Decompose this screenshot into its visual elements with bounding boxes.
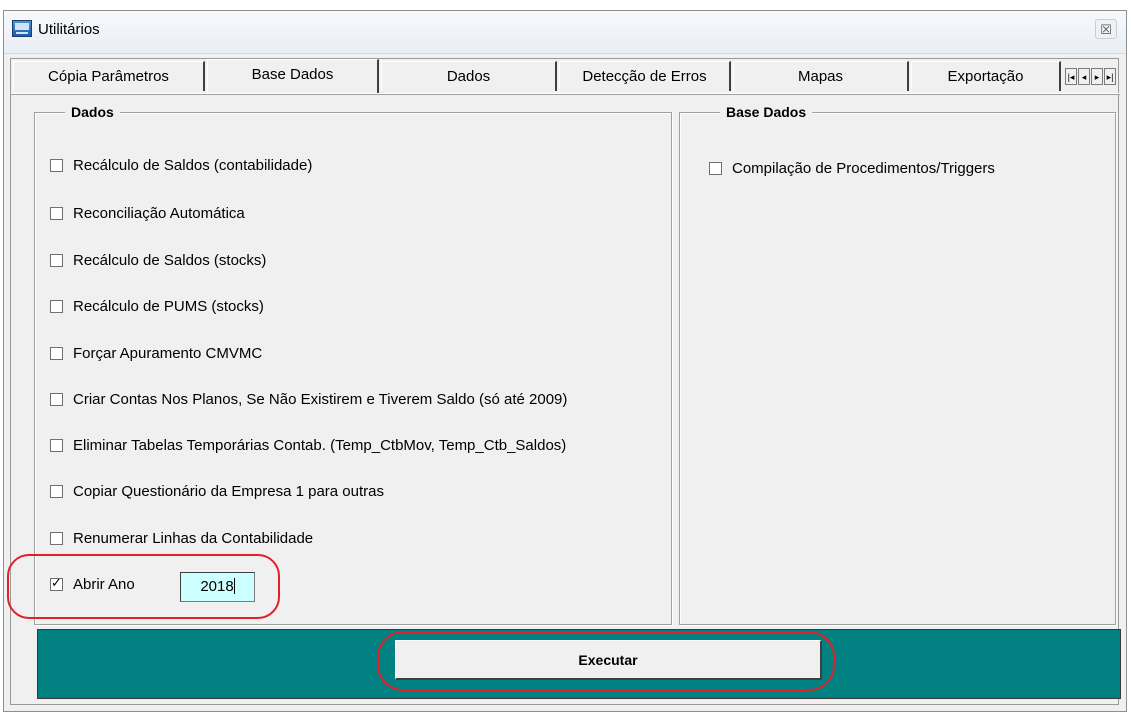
checkbox[interactable] — [50, 254, 63, 267]
tab-scroll-controls: |◂ ◂ ▸ ▸| — [1064, 68, 1116, 86]
tab-dados[interactable]: Dados — [381, 61, 557, 91]
option-compilacao-procedimentos[interactable]: Compilação de Procedimentos/Triggers — [709, 160, 995, 177]
checkbox[interactable] — [50, 347, 63, 360]
option-label: Forçar Apuramento CMVMC — [73, 345, 263, 362]
close-button[interactable]: ☒ — [1095, 19, 1117, 39]
base-dados-group-title: Base Dados — [720, 104, 813, 120]
text-caret — [233, 578, 235, 594]
option-label: Recálculo de Saldos (contabilidade) — [73, 157, 313, 174]
option-forcar-apuramento-cmvmc[interactable]: Forçar Apuramento CMVMC — [50, 345, 262, 362]
tab-prev-icon[interactable]: ◂ — [1078, 68, 1090, 85]
dados-group-title: Dados — [65, 104, 120, 120]
option-recalculo-pums-stocks[interactable]: Recálculo de PUMS (stocks) — [50, 298, 264, 315]
checkbox[interactable] — [50, 485, 63, 498]
option-reconciliacao-automatica[interactable]: Reconciliação Automática — [50, 205, 245, 222]
option-label: Reconciliação Automática — [73, 205, 245, 222]
client-area: Cópia Parâmetros Base Dados Dados Detecç… — [10, 58, 1120, 705]
option-label: Abrir Ano — [73, 576, 135, 593]
option-label: Recálculo de Saldos (stocks) — [73, 252, 267, 269]
option-label: Copiar Questionário da Empresa 1 para ou… — [73, 483, 385, 500]
tab-strip: Cópia Parâmetros Base Dados Dados Detecç… — [11, 59, 1120, 101]
year-value: 2018 — [200, 578, 234, 595]
app-icon — [12, 20, 32, 37]
tab-last-icon[interactable]: ▸| — [1104, 68, 1116, 85]
option-copiar-questionario[interactable]: Copiar Questionário da Empresa 1 para ou… — [50, 483, 384, 500]
checkbox[interactable] — [50, 159, 63, 172]
option-renumerar-linhas[interactable]: Renumerar Linhas da Contabilidade — [50, 530, 313, 547]
tab-deteccao-erros[interactable]: Detecção de Erros — [559, 61, 731, 91]
tab-next-icon[interactable]: ▸ — [1091, 68, 1103, 85]
tab-panel-border — [11, 93, 1120, 95]
tab-exportacao[interactable]: Exportação — [911, 61, 1061, 91]
execute-button[interactable]: Executar — [395, 640, 822, 680]
base-dados-groupbox: Base Dados — [679, 104, 1116, 625]
checkbox[interactable] — [50, 393, 63, 406]
option-recalculo-saldos-contabilidade[interactable]: Recálculo de Saldos (contabilidade) — [50, 157, 312, 174]
checkbox[interactable] — [709, 162, 722, 175]
tab-first-icon[interactable]: |◂ — [1065, 68, 1077, 85]
action-bar: Executar — [37, 629, 1121, 699]
tab-copia-parametros[interactable]: Cópia Parâmetros — [13, 61, 205, 91]
tab-mapas[interactable]: Mapas — [733, 61, 909, 91]
year-input[interactable]: 2018 — [180, 572, 255, 602]
option-label: Criar Contas Nos Planos, Se Não Existire… — [73, 391, 568, 408]
option-criar-contas-planos[interactable]: Criar Contas Nos Planos, Se Não Existire… — [50, 391, 567, 408]
title-bar: Utilitários ☒ — [4, 11, 1126, 54]
utilitarios-window: Utilitários ☒ Cópia Parâmetros Base Dado… — [3, 10, 1127, 712]
tab-base-dados[interactable]: Base Dados — [207, 59, 379, 93]
option-label: Compilação de Procedimentos/Triggers — [732, 160, 995, 177]
checkbox[interactable] — [50, 532, 63, 545]
window-title: Utilitários — [38, 21, 100, 38]
checkbox[interactable] — [50, 207, 63, 220]
dados-groupbox: Dados — [34, 104, 672, 625]
option-eliminar-tabelas-temporarias[interactable]: Eliminar Tabelas Temporárias Contab. (Te… — [50, 437, 566, 454]
option-label: Recálculo de PUMS (stocks) — [73, 298, 264, 315]
option-abrir-ano[interactable]: Abrir Ano — [50, 575, 135, 593]
checkbox-checked[interactable] — [50, 575, 63, 591]
checkbox[interactable] — [50, 439, 63, 452]
option-label: Renumerar Linhas da Contabilidade — [73, 530, 314, 547]
checkbox[interactable] — [50, 300, 63, 313]
option-recalculo-saldos-stocks[interactable]: Recálculo de Saldos (stocks) — [50, 252, 266, 269]
option-label: Eliminar Tabelas Temporárias Contab. (Te… — [73, 437, 567, 454]
